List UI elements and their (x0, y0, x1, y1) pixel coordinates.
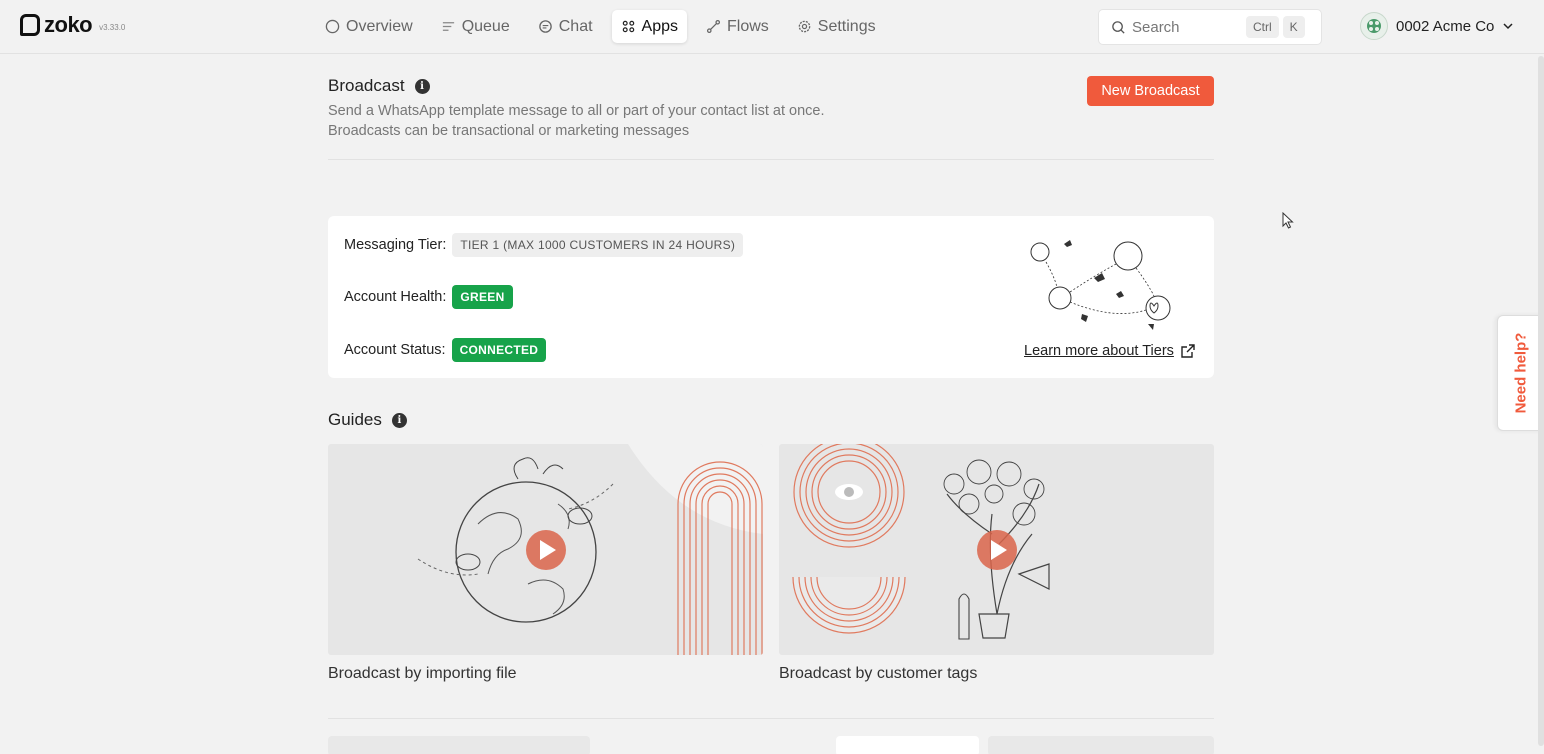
filter-search-input[interactable] (328, 736, 590, 754)
guide-illustration (417, 444, 763, 655)
flow-icon (706, 19, 721, 34)
tier-illustration (1030, 240, 1171, 330)
shortcut-ctrl: Ctrl (1246, 16, 1279, 38)
nav-queue[interactable]: Queue (432, 10, 519, 43)
info-icon[interactable]: i (391, 412, 407, 428)
page-description: Send a WhatsApp template message to all … (328, 101, 824, 141)
shortcut-k: K (1282, 16, 1305, 38)
main-content: Broadcast i Send a WhatsApp template mes… (328, 56, 1214, 754)
account-name: 0002 Acme Co (1396, 17, 1495, 35)
nav-chat-label: Chat (558, 17, 593, 35)
nav-overview-label: Overview (346, 17, 413, 35)
circle-icon (325, 19, 340, 34)
guide-illustration (792, 444, 1050, 640)
org-logo-icon (1367, 19, 1381, 33)
account-health-label: Account Health: (344, 289, 447, 305)
account-switcher[interactable]: 0002 Acme Co (1360, 12, 1514, 40)
avatar (1360, 12, 1388, 40)
page-scrollbar[interactable] (1538, 56, 1544, 746)
nav-flows[interactable]: Flows (697, 10, 778, 43)
account-health-badge: GREEN (452, 285, 513, 309)
description-line-1: Send a WhatsApp template message to all … (328, 103, 825, 119)
search-box[interactable]: Ctrl K (1098, 9, 1322, 45)
account-status-label: Account Status: (344, 342, 446, 358)
guide-label-tags: Broadcast by customer tags (779, 665, 978, 682)
guide-thumbnail (328, 444, 763, 655)
nav-chat[interactable]: Chat (529, 10, 602, 43)
guides-heading: Guides i (328, 410, 407, 430)
app-version: v3.33.0 (99, 23, 126, 32)
need-help-tab[interactable]: Need help? (1497, 315, 1544, 431)
nav-apps[interactable]: Apps (611, 10, 687, 43)
time-filter[interactable] (988, 736, 1214, 754)
nav-settings-label: Settings (817, 17, 876, 35)
learn-more-text: Learn more about Tiers (1024, 343, 1174, 359)
main-nav: Overview Queue Chat Apps Flows Settings (316, 10, 885, 43)
guide-thumbnail (779, 444, 1214, 655)
learn-more-tiers-link[interactable]: Learn more about Tiers (1024, 343, 1196, 359)
account-health-row: Account Health: GREEN (344, 285, 513, 309)
chat-icon (538, 20, 552, 33)
messaging-tier-label: Messaging Tier: (344, 237, 447, 253)
guide-card-tags[interactable]: Broadcast by customer tags (779, 444, 1214, 683)
list-icon (442, 22, 454, 31)
new-broadcast-button[interactable]: New Broadcast (1087, 76, 1214, 106)
external-link-icon (1181, 344, 1195, 358)
brand-logo[interactable]: zoko v3.33.0 (20, 14, 125, 36)
logo-icon (20, 14, 40, 36)
nav-queue-label: Queue (461, 17, 510, 35)
messaging-tier-row: Messaging Tier: TIER 1 (MAX 1000 CUSTOME… (344, 233, 744, 257)
chevron-down-icon (1503, 23, 1513, 30)
guide-label-import: Broadcast by importing file (328, 665, 517, 682)
mouse-cursor-icon (1282, 212, 1294, 229)
nav-settings[interactable]: Settings (788, 10, 885, 43)
search-icon (1112, 20, 1125, 34)
search-input[interactable] (1132, 18, 1242, 36)
page-title-text: Broadcast (328, 76, 405, 95)
top-navbar: zoko v3.33.0 Overview Queue Chat Apps Fl… (0, 0, 1544, 54)
account-status-badge: CONNECTED (451, 338, 547, 362)
grid-icon (622, 20, 634, 33)
brand-name: zoko (44, 12, 93, 37)
page-header: Broadcast i Send a WhatsApp template mes… (328, 56, 1214, 160)
status-filter[interactable] (836, 736, 979, 754)
account-status-row: Account Status: CONNECTED (344, 338, 547, 362)
gear-icon (798, 20, 811, 33)
need-help-label: Need help? (1512, 332, 1530, 414)
messaging-tier-badge: TIER 1 (MAX 1000 CUSTOMERS IN 24 HOURS) (452, 233, 744, 257)
nav-flows-label: Flows (727, 17, 769, 35)
nav-apps-label: Apps (641, 17, 678, 35)
guides-title-text: Guides (328, 410, 382, 429)
tier-card: Messaging Tier: TIER 1 (MAX 1000 CUSTOME… (328, 216, 1214, 378)
info-icon[interactable]: i (414, 78, 430, 94)
page-title: Broadcast i (328, 76, 430, 96)
description-line-2: Broadcasts can be transactional or marke… (328, 123, 690, 139)
section-divider (328, 718, 1214, 719)
nav-overview[interactable]: Overview (316, 10, 422, 43)
guide-card-import[interactable]: Broadcast by importing file (328, 444, 763, 683)
